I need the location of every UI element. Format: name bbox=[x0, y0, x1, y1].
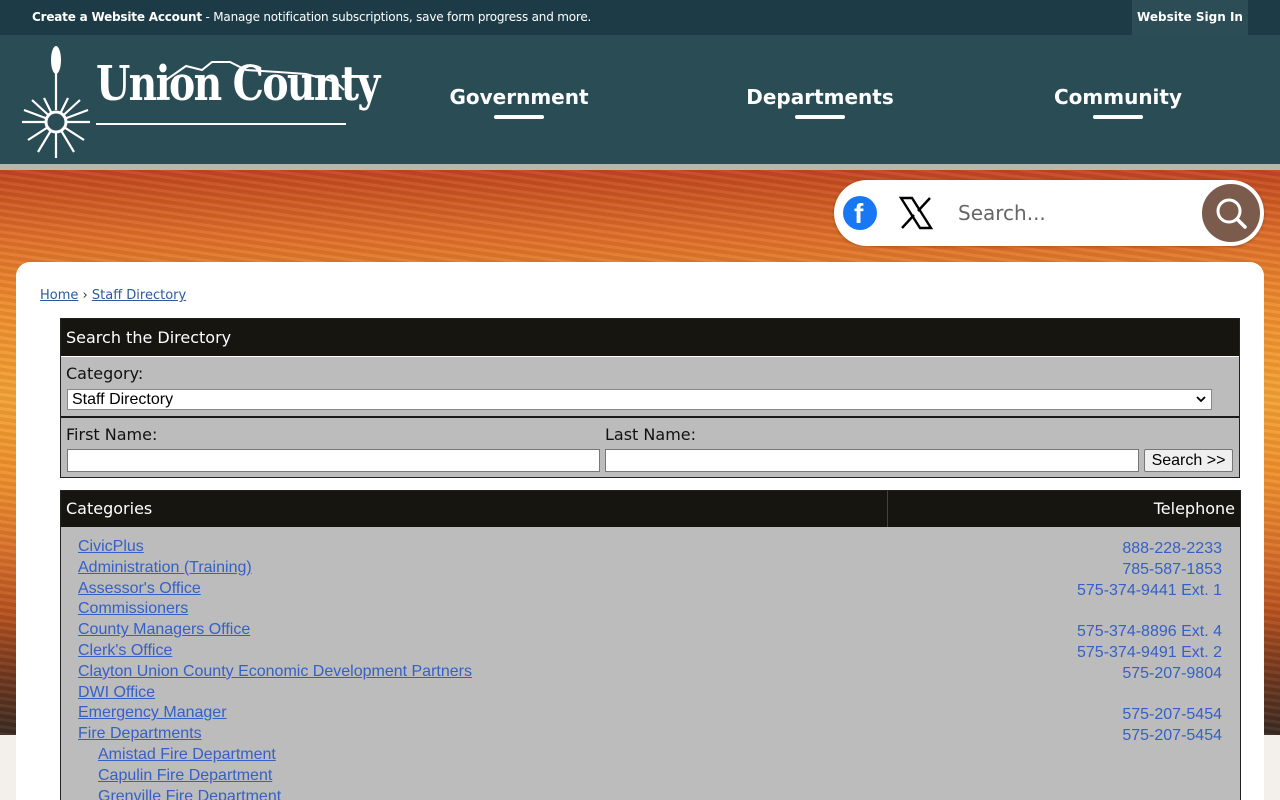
last-name-label: Last Name: bbox=[605, 425, 697, 444]
telephone-link[interactable]: 575-207-5454 bbox=[1122, 727, 1222, 745]
category-link[interactable]: CivicPlus bbox=[78, 538, 144, 556]
nav-departments-label: Departments bbox=[746, 85, 894, 109]
directory-search-panel: Search the Directory Category: Staff Dir… bbox=[60, 318, 1240, 478]
search-icon bbox=[1216, 198, 1247, 229]
category-select-value: Staff Directory bbox=[72, 391, 174, 408]
nav-community[interactable]: Community bbox=[1044, 85, 1192, 125]
table-row: CivicPlus 888-228-2233 bbox=[61, 538, 1240, 559]
table-row: Assessor's Office 575-374-9441 Ext. 1 bbox=[61, 580, 1240, 601]
directory-search-heading: Search the Directory bbox=[61, 319, 1239, 356]
nav-departments-underline bbox=[795, 115, 845, 119]
top-utility-bar: Create a Website Account - Manage notifi… bbox=[0, 0, 1280, 35]
table-row: Emergency Manager 575-207-5454 bbox=[61, 704, 1240, 725]
category-link[interactable]: County Managers Office bbox=[78, 621, 250, 639]
first-name-label: First Name: bbox=[66, 425, 158, 444]
facebook-glyph: f bbox=[854, 198, 864, 229]
breadcrumb: Home › Staff Directory bbox=[40, 288, 186, 303]
breadcrumb-home[interactable]: Home bbox=[40, 288, 78, 303]
nav-community-underline bbox=[1093, 115, 1143, 119]
categories-table-header: Categories Telephone bbox=[61, 491, 1240, 527]
create-account-link[interactable]: Create a Website Account bbox=[32, 10, 202, 24]
website-sign-in-button[interactable]: Website Sign In bbox=[1132, 0, 1248, 35]
category-link[interactable]: Administration (Training) bbox=[78, 559, 252, 577]
select-chevron-icon bbox=[1196, 396, 1206, 403]
category-link[interactable]: Emergency Manager bbox=[78, 704, 227, 722]
name-search-row: First Name: Last Name: Search >> bbox=[61, 416, 1239, 478]
categories-table: Categories Telephone CivicPlus 888-228-22… bbox=[60, 490, 1241, 800]
categories-list: CivicPlus 888-228-2233 Administration (Tra… bbox=[61, 538, 1240, 800]
breadcrumb-staff-directory[interactable]: Staff Directory bbox=[92, 288, 186, 303]
category-row: Category: Staff Directory bbox=[61, 356, 1239, 416]
account-message: Create a Website Account - Manage notifi… bbox=[32, 0, 591, 35]
first-name-input[interactable] bbox=[67, 449, 600, 472]
table-row: Commissioners bbox=[61, 600, 1240, 621]
column-divider bbox=[887, 491, 888, 527]
table-row: Grenville Fire Department bbox=[61, 788, 1240, 800]
category-link[interactable]: Assessor's Office bbox=[78, 580, 201, 598]
nav-government[interactable]: Government bbox=[440, 85, 598, 125]
category-link[interactable]: Amistad Fire Department bbox=[98, 746, 276, 764]
telephone-link[interactable]: 575-207-5454 bbox=[1122, 706, 1222, 724]
telephone-link[interactable]: 888-228-2233 bbox=[1122, 540, 1222, 558]
table-row: Capulin Fire Department bbox=[61, 767, 1240, 788]
telephone-link[interactable]: 575-374-9491 Ext. 2 bbox=[1077, 644, 1222, 662]
category-link[interactable]: Clayton Union County Economic Developmen… bbox=[78, 663, 472, 681]
facebook-icon[interactable]: f bbox=[843, 196, 877, 230]
table-row: Clerk's Office 575-374-9491 Ext. 2 bbox=[61, 642, 1240, 663]
logo-wordmark: Union County bbox=[96, 56, 380, 112]
breadcrumb-separator: › bbox=[82, 288, 88, 303]
x-twitter-icon[interactable] bbox=[898, 195, 934, 231]
category-link[interactable]: Clerk's Office bbox=[78, 642, 172, 660]
table-row: County Managers Office 575-374-8896 Ext. … bbox=[61, 621, 1240, 642]
nav-community-label: Community bbox=[1053, 85, 1183, 109]
category-select[interactable]: Staff Directory bbox=[67, 389, 1212, 410]
directory-search-button[interactable]: Search >> bbox=[1144, 449, 1233, 472]
table-row: Administration (Training) 785-587-1853 bbox=[61, 559, 1240, 580]
category-link[interactable]: Fire Departments bbox=[78, 725, 202, 743]
table-row: Clayton Union County Economic Developmen… bbox=[61, 663, 1240, 684]
category-link[interactable]: Capulin Fire Department bbox=[98, 767, 272, 785]
column-header-telephone: Telephone bbox=[1153, 499, 1235, 518]
telephone-link[interactable]: 575-374-9441 Ext. 1 bbox=[1077, 582, 1222, 600]
nav-departments[interactable]: Departments bbox=[738, 85, 902, 125]
category-link[interactable]: Grenville Fire Department bbox=[98, 788, 281, 800]
last-name-input[interactable] bbox=[605, 449, 1139, 472]
category-label: Category: bbox=[66, 364, 144, 383]
telephone-link[interactable]: 785-587-1853 bbox=[1122, 561, 1222, 579]
table-row: Fire Departments 575-207-5454 bbox=[61, 725, 1240, 746]
account-message-text: - Manage notification subscriptions, sav… bbox=[201, 10, 592, 24]
site-search-input[interactable] bbox=[958, 195, 1188, 231]
nav-government-underline bbox=[494, 115, 544, 119]
category-link[interactable]: DWI Office bbox=[78, 684, 155, 702]
table-row: Amistad Fire Department bbox=[61, 746, 1240, 767]
nav-government-label: Government bbox=[449, 85, 589, 109]
table-row: DWI Office bbox=[61, 684, 1240, 705]
category-link[interactable]: Commissioners bbox=[78, 600, 188, 618]
telephone-link[interactable]: 575-374-8896 Ext. 4 bbox=[1077, 623, 1222, 641]
site-search-button[interactable] bbox=[1200, 182, 1262, 244]
column-header-categories: Categories bbox=[66, 499, 153, 518]
telephone-link[interactable]: 575-207-9804 bbox=[1122, 665, 1222, 683]
